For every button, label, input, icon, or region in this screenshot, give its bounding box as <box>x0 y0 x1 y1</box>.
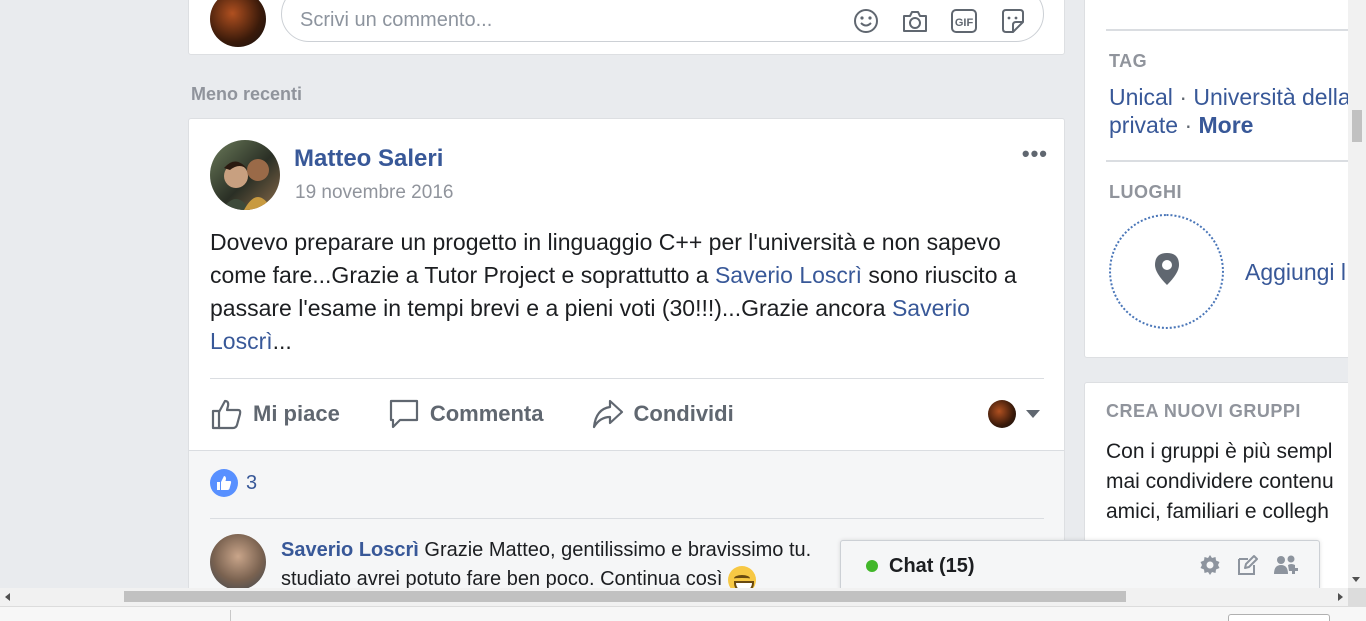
like-label: Mi piace <box>253 401 340 426</box>
divider <box>1106 160 1365 162</box>
tag-link[interactable]: Università della <box>1193 84 1350 110</box>
more-options-icon[interactable]: ••• <box>1022 141 1048 167</box>
commenter-avatar[interactable] <box>210 534 266 590</box>
vertical-scrollbar-thumb[interactable] <box>1352 110 1362 142</box>
online-status-dot <box>866 560 878 572</box>
comment-author[interactable]: Saverio Loscrì <box>281 539 419 561</box>
section-label: Meno recenti <box>191 84 303 104</box>
scroll-down-arrow-icon[interactable] <box>1352 577 1360 582</box>
post-text: Dovevo preparare un progetto in linguagg… <box>210 226 1030 358</box>
scroll-right-arrow-icon[interactable] <box>1338 593 1343 601</box>
scroll-left-arrow-icon[interactable] <box>5 593 10 601</box>
thumbs-up-icon <box>210 397 244 431</box>
chat-label: Chat (15) <box>889 555 975 577</box>
horizontal-scrollbar[interactable] <box>0 588 1348 606</box>
divider <box>210 378 1044 379</box>
tag-link[interactable]: Unical <box>1109 84 1173 110</box>
gear-icon[interactable] <box>1199 554 1221 581</box>
sticker-icon[interactable] <box>999 7 1027 35</box>
map-pin-icon <box>1152 251 1182 292</box>
composer-icons: GIF <box>852 7 1027 35</box>
tags-more-link[interactable]: More <box>1199 112 1254 138</box>
divider <box>230 610 231 621</box>
like-badge-icon <box>210 469 238 497</box>
mention-link[interactable]: Saverio Loscrì <box>715 262 862 288</box>
about-card: TAG Unical · Università della private · … <box>1084 0 1366 358</box>
divider <box>1106 29 1365 31</box>
post-text-part: ... <box>272 328 292 354</box>
emoji-icon[interactable] <box>852 7 880 35</box>
groups-text-line: mai condividere contenu <box>1106 470 1334 493</box>
comment-body: Grazie Matteo, gentilissimo e bravissimo… <box>418 539 812 561</box>
post-author[interactable]: Matteo Saleri <box>294 145 443 173</box>
post-date[interactable]: 19 novembre 2016 <box>295 182 453 204</box>
share-label: Condividi <box>633 401 734 426</box>
comment-button[interactable]: Commenta <box>387 397 544 431</box>
tag-separator: · <box>1179 84 1187 110</box>
like-count: 3 <box>246 471 258 494</box>
chat-bar[interactable]: Chat (15) <box>840 540 1320 590</box>
author-avatar[interactable] <box>210 140 280 210</box>
horizontal-scrollbar-thumb[interactable] <box>124 591 1126 602</box>
groups-text-line: Con i gruppi è più sempl <box>1106 440 1333 463</box>
like-button[interactable]: Mi piace <box>210 397 340 431</box>
comment-label: Commenta <box>429 401 544 426</box>
comment-input[interactable] <box>300 9 820 32</box>
like-summary[interactable]: 3 <box>210 469 257 497</box>
share-icon <box>591 397 625 431</box>
divider <box>210 518 1044 519</box>
post-card: Matteo Saleri 19 novembre 2016 ••• Dovev… <box>188 118 1065 600</box>
groups-text-line: amici, familiari e collegh <box>1106 500 1329 523</box>
tag-list: Unical · Università della private · More <box>1109 83 1365 139</box>
comment-icon <box>387 397 421 431</box>
gif-icon[interactable]: GIF <box>950 7 978 35</box>
vertical-scrollbar[interactable] <box>1348 0 1366 588</box>
add-place-link[interactable]: Aggiungi l <box>1245 259 1346 286</box>
status-box <box>1228 614 1330 621</box>
share-button[interactable]: Condividi <box>591 397 734 431</box>
chevron-down-icon <box>1026 410 1040 418</box>
avatar <box>988 400 1016 428</box>
status-bar <box>0 606 1366 621</box>
svg-text:GIF: GIF <box>955 17 974 29</box>
comment-composer-card: GIF <box>188 0 1065 55</box>
camera-icon[interactable] <box>901 7 929 35</box>
add-place-button[interactable] <box>1109 214 1224 329</box>
comment-body: studiato avrei potuto fare ben poco. Con… <box>281 568 728 590</box>
new-message-icon[interactable] <box>1236 554 1258 581</box>
create-groups-heading: CREA NUOVI GRUPPI <box>1106 401 1301 421</box>
chat-icons <box>1199 554 1299 581</box>
create-groups-text: Con i gruppi è più sempl mai condividere … <box>1106 437 1365 527</box>
create-group-icon[interactable] <box>1273 554 1299 581</box>
comment-text: Saverio Loscrì Grazie Matteo, gentilissi… <box>281 536 901 594</box>
tag-heading: TAG <box>1109 51 1148 71</box>
scrollbar-corner <box>1348 588 1366 606</box>
reaction-as-selector[interactable] <box>988 400 1040 428</box>
avatar[interactable] <box>210 0 266 47</box>
post-actions: Mi piace Commenta Condividi <box>210 392 781 436</box>
tag-link[interactable]: private <box>1109 112 1178 138</box>
comment-box[interactable]: GIF <box>281 0 1044 42</box>
tag-separator: · <box>1184 112 1193 138</box>
places-heading: LUOGHI <box>1109 182 1182 202</box>
